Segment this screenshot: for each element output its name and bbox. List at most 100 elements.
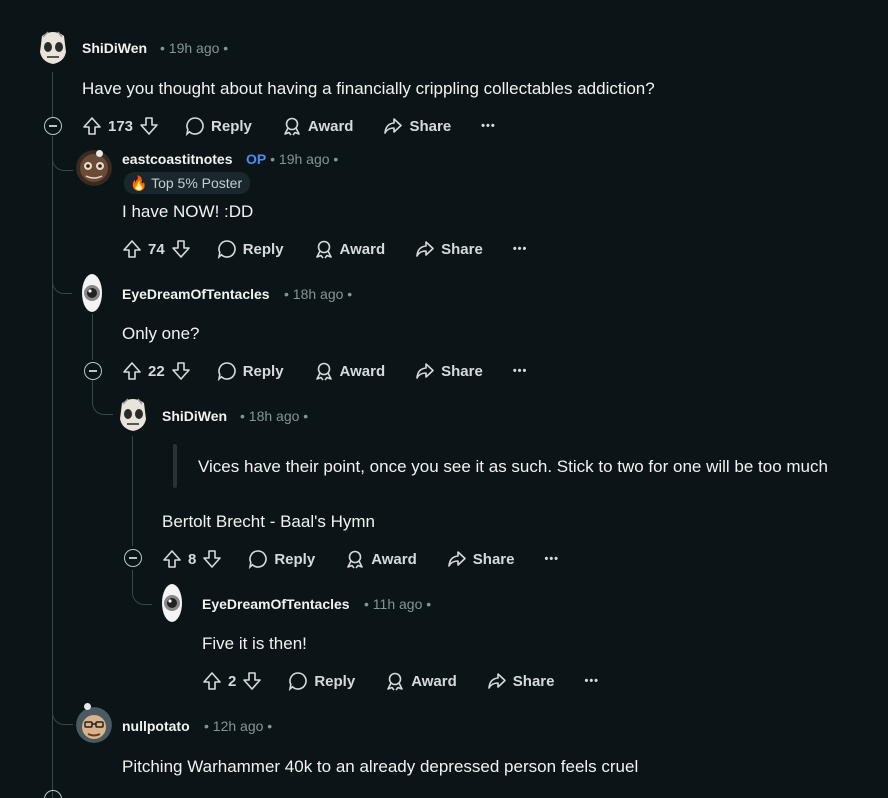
share-icon (416, 241, 434, 257)
award-button[interactable]: Award (314, 361, 385, 381)
separator: • (223, 40, 229, 56)
timestamp[interactable]: 19h ago (169, 40, 220, 56)
award-button[interactable]: Award (282, 116, 354, 136)
share-icon (416, 363, 434, 379)
award-icon (387, 672, 404, 691)
share-button[interactable]: Share (415, 361, 483, 381)
more-icon[interactable]: ••• (544, 553, 559, 565)
award-icon (284, 117, 300, 136)
reply-label: Reply (211, 117, 252, 135)
upvote-icon[interactable] (162, 549, 182, 569)
collapse-icon[interactable] (124, 549, 142, 567)
reply-button[interactable]: Reply (217, 239, 284, 259)
reply-bubble-icon (217, 362, 236, 381)
avatar[interactable] (152, 582, 192, 624)
comment-meta: • 18h ago • (284, 286, 352, 302)
separator: • (270, 151, 276, 167)
award-icon (315, 240, 332, 259)
comment-text: Only one? (122, 324, 200, 343)
comment-meta: • 12h ago • (204, 718, 272, 734)
vote-control: 74 (122, 239, 191, 259)
reply-button[interactable]: Reply (288, 671, 355, 691)
award-label: Award (339, 240, 386, 258)
thread-line[interactable] (52, 72, 53, 118)
separator: • (160, 40, 165, 56)
comment-actions: 22 Reply Award Share ••• (122, 355, 557, 387)
share-label: Share (472, 550, 515, 568)
timestamp[interactable]: 11h ago (373, 596, 423, 612)
more-icon[interactable]: ••• (481, 120, 496, 132)
share-button[interactable]: Share (487, 671, 554, 691)
online-dot (96, 150, 103, 157)
reply-label: Reply (274, 550, 316, 568)
comment-text: Pitching Warhammer 40k to an already dep… (122, 757, 639, 776)
comment-meta: • 19h ago • (160, 40, 228, 56)
separator: • (240, 408, 245, 424)
timestamp[interactable]: 19h ago (279, 151, 330, 167)
vote-control: 2 (202, 671, 262, 691)
avatar[interactable] (76, 150, 112, 186)
reply-bubble-icon (185, 117, 204, 136)
share-icon (487, 673, 506, 689)
more-icon[interactable]: ••• (584, 675, 599, 687)
timestamp[interactable]: 18h ago (249, 408, 300, 424)
share-button[interactable]: Share (447, 549, 515, 569)
username[interactable]: ShiDiWen (82, 40, 147, 56)
avatar[interactable] (114, 395, 152, 435)
reply-button[interactable]: Reply (217, 361, 284, 381)
share-icon (384, 118, 403, 134)
reply-label: Reply (242, 240, 284, 258)
award-button[interactable]: Award (345, 549, 417, 569)
username[interactable]: EyeDreamOfTentacles (122, 286, 270, 302)
reply-button[interactable]: Reply (248, 549, 315, 569)
comment-text: Have you thought about having a financia… (82, 79, 655, 98)
downvote-icon[interactable] (171, 361, 191, 381)
comment-actions-partial (44, 790, 504, 798)
online-dot (84, 703, 91, 710)
thread-elbow (52, 140, 73, 171)
username[interactable]: ShiDiWen (162, 408, 227, 424)
upvote-icon[interactable] (82, 116, 102, 136)
downvote-icon[interactable] (202, 549, 222, 569)
vote-control: 8 (162, 549, 222, 569)
reply-button[interactable]: Reply (185, 116, 252, 136)
downvote-icon[interactable] (171, 239, 191, 259)
comment-actions: 2 Reply Award Share ••• (202, 665, 629, 697)
thread-line[interactable] (92, 314, 93, 360)
flair-label: Top 5% Poster (151, 175, 243, 191)
share-button[interactable]: Share (415, 239, 483, 259)
share-button[interactable]: Share (383, 116, 451, 136)
award-icon (347, 550, 364, 569)
timestamp[interactable]: 18h ago (293, 286, 344, 302)
vote-count: 8 (188, 550, 197, 568)
upvote-icon[interactable] (202, 671, 222, 691)
separator: • (426, 596, 432, 612)
collapse-icon[interactable] (84, 362, 102, 380)
downvote-icon[interactable] (139, 116, 159, 136)
avatar[interactable] (72, 272, 112, 314)
avatar[interactable] (76, 707, 112, 743)
collapse-icon[interactable] (44, 117, 62, 135)
thread-elbow (92, 380, 113, 415)
username[interactable]: nullpotato (122, 718, 190, 734)
timestamp[interactable]: 12h ago (213, 718, 264, 734)
vote-control: 173 (82, 116, 159, 136)
vote-count: 74 (148, 240, 165, 258)
more-icon[interactable]: ••• (513, 243, 528, 255)
award-button[interactable]: Award (314, 239, 386, 259)
avatar[interactable] (34, 28, 72, 68)
share-icon (447, 551, 466, 567)
username[interactable]: eastcoastitnotes (122, 151, 232, 167)
award-label: Award (307, 117, 354, 135)
op-badge: OP (246, 151, 267, 167)
more-icon[interactable]: ••• (513, 365, 528, 377)
upvote-icon[interactable] (122, 239, 142, 259)
downvote-icon[interactable] (242, 671, 262, 691)
username[interactable]: EyeDreamOfTentacles (202, 596, 350, 612)
thread-line[interactable] (132, 436, 133, 546)
award-button[interactable]: Award (385, 671, 457, 691)
upvote-icon[interactable] (122, 361, 142, 381)
vote-control: 22 (122, 361, 191, 381)
collapse-icon[interactable] (44, 790, 62, 798)
separator: • (364, 596, 369, 612)
